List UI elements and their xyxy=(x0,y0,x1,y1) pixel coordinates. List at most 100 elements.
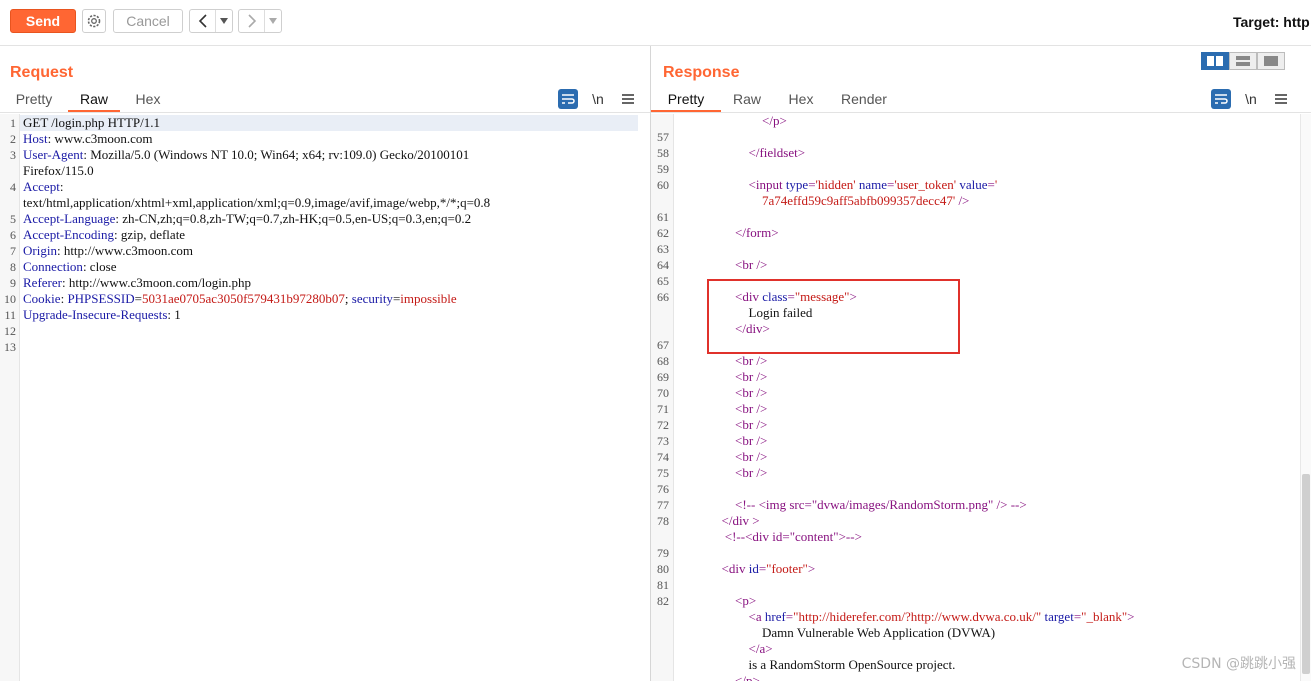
code-token: value xyxy=(959,177,988,192)
columns-icon xyxy=(1207,56,1223,66)
code-token: 'hidden' xyxy=(815,177,856,192)
code-token: 7a74effd59c9aff5abfb099357decc47' xyxy=(762,193,956,208)
chevron-left-icon xyxy=(198,14,207,28)
line-number: 68 xyxy=(657,354,669,368)
request-wrap-toggle[interactable] xyxy=(558,89,578,109)
response-menu-button[interactable] xyxy=(1271,89,1291,109)
response-editor[interactable]: </p> 57 58 </fieldset> 59 60 <input type='hidd… xyxy=(651,114,1311,681)
code-token: : 1 xyxy=(167,307,181,322)
word-wrap-icon xyxy=(562,94,575,104)
layout-stacked-button[interactable] xyxy=(1229,52,1257,70)
request-editor[interactable]: 1 GET /login.php HTTP/1.1 2 Host: www.c3moo… xyxy=(0,114,650,681)
target-label[interactable]: Target: http xyxy=(1233,14,1310,30)
code-token: : http://www.c3moon.com xyxy=(56,243,193,258)
code-line: <a href="http://hiderefer.com/?http://ww… xyxy=(749,609,1135,625)
code-line: <p> xyxy=(735,593,756,609)
code-token: /> xyxy=(955,193,970,208)
response-wrap-toggle[interactable] xyxy=(1211,89,1231,109)
code-token: "http://hiderefer.com/?http://www.dvwa.c… xyxy=(793,609,1042,624)
single-pane-icon xyxy=(1264,56,1278,66)
line-number: 61 xyxy=(657,210,669,224)
line-number: 66 xyxy=(657,290,669,304)
code-token: : www.c3moon.com xyxy=(47,131,153,146)
request-tab-hex[interactable]: Hex xyxy=(120,90,176,112)
code-line: GET /login.php HTTP/1.1 xyxy=(23,115,160,131)
line-number: 3 xyxy=(10,148,16,162)
rows-icon xyxy=(1236,56,1250,66)
code-token: Cookie xyxy=(23,291,61,306)
code-line: Accept: xyxy=(23,179,63,195)
code-line: <!-- <img src="dvwa/images/RandomStorm.p… xyxy=(735,497,1027,513)
code-token: Upgrade-Insecure-Requests xyxy=(23,307,168,322)
code-token: = xyxy=(808,177,816,192)
code-token: ; xyxy=(344,291,352,306)
forward-history-dropdown[interactable] xyxy=(264,10,281,32)
response-scrollbar-thumb[interactable] xyxy=(1302,474,1310,674)
request-line-gutter xyxy=(0,114,20,681)
code-token: <br /> xyxy=(735,449,768,464)
code-token: <div xyxy=(721,561,749,576)
code-token: > xyxy=(1127,609,1135,624)
code-token: <br /> xyxy=(735,417,768,432)
line-number: 59 xyxy=(657,162,669,176)
line-number: 64 xyxy=(657,258,669,272)
response-tab-raw[interactable]: Raw xyxy=(721,90,773,112)
code-line: <br /> xyxy=(735,257,767,273)
request-tab-pretty[interactable]: Pretty xyxy=(0,90,68,112)
code-line: <br /> xyxy=(735,385,767,401)
request-tab-raw[interactable]: Raw xyxy=(68,90,120,112)
code-line: Host: www.c3moon.com xyxy=(23,131,153,147)
request-tab-divider xyxy=(0,112,650,113)
line-number: 8 xyxy=(10,260,16,274)
line-number: 65 xyxy=(657,274,669,288)
settings-button[interactable] xyxy=(82,9,106,33)
chevron-right-icon xyxy=(248,14,256,28)
line-number: 57 xyxy=(657,130,669,144)
code-token: Accept-Language xyxy=(23,211,116,226)
request-newline-toggle[interactable]: \n xyxy=(588,89,608,109)
line-number: 60 xyxy=(657,178,669,192)
code-token: 'user_token' xyxy=(894,177,957,192)
code-token: = xyxy=(987,177,995,192)
line-number: 77 xyxy=(657,498,669,512)
code-line: <div id="footer"> xyxy=(722,561,816,577)
code-token: </a> xyxy=(748,641,773,656)
response-tab-render[interactable]: Render xyxy=(829,90,899,112)
back-nav-group xyxy=(189,9,233,33)
code-token: </p> xyxy=(735,673,760,681)
forward-button[interactable] xyxy=(239,10,264,32)
code-line: is a RandomStorm OpenSource project. xyxy=(749,657,956,673)
response-newline-toggle[interactable]: \n xyxy=(1241,89,1261,109)
back-history-dropdown[interactable] xyxy=(215,10,232,32)
line-number: 78 xyxy=(657,514,669,528)
cancel-button[interactable]: Cancel xyxy=(113,9,183,33)
code-line: </p> xyxy=(735,673,760,681)
code-token: 5031ae0705ac3050f579431b97280b07 xyxy=(141,291,345,306)
back-button[interactable] xyxy=(190,10,215,32)
code-token: <p> xyxy=(735,593,757,608)
code-token: </form> xyxy=(735,225,779,240)
response-tab-divider xyxy=(651,112,1311,113)
code-line: </form> xyxy=(735,225,779,241)
line-number: 73 xyxy=(657,434,669,448)
code-token: PHPSESSID xyxy=(67,291,135,306)
layout-single-button[interactable] xyxy=(1257,52,1285,70)
response-tab-hex[interactable]: Hex xyxy=(773,90,829,112)
code-token: > xyxy=(807,561,816,576)
layout-side-by-side-button[interactable] xyxy=(1201,52,1229,70)
code-token: Connection xyxy=(23,259,83,274)
line-number: 63 xyxy=(657,242,669,256)
response-scrollbar[interactable] xyxy=(1300,114,1311,681)
code-token: </fieldset> xyxy=(748,145,806,160)
code-token: is a RandomStorm OpenSource project. xyxy=(748,657,956,672)
code-token: : zh-CN,zh;q=0.8,zh-TW;q=0.7,zh-HK;q=0.5… xyxy=(115,211,472,226)
response-tab-pretty[interactable]: Pretty xyxy=(651,90,721,112)
watermark: CSDN @跳跳小强 xyxy=(1181,656,1296,672)
line-number: 5 xyxy=(10,212,16,226)
code-line: </p> xyxy=(762,114,787,129)
send-button[interactable]: Send xyxy=(10,9,76,33)
code-token: text/html,application/xhtml+xml,applicat… xyxy=(23,195,491,210)
code-line: Firefox/115.0 xyxy=(23,163,94,179)
line-number: 75 xyxy=(657,466,669,480)
request-menu-button[interactable] xyxy=(618,89,638,109)
